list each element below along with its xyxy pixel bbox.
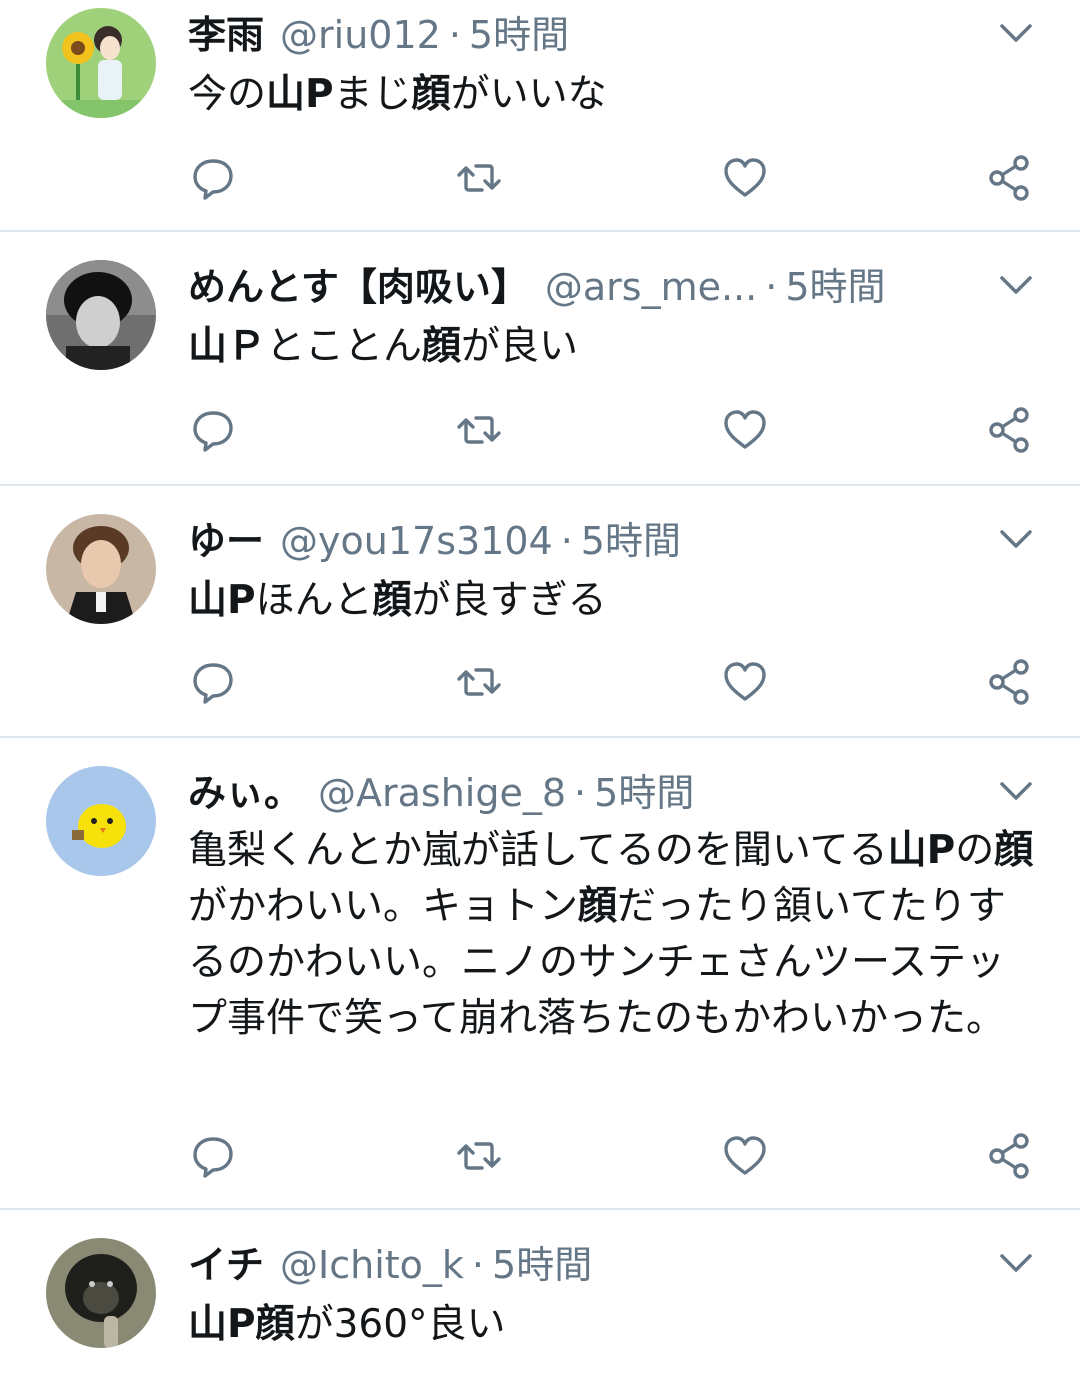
tweet-text: 山Ｐとことん顔が良い <box>188 320 1038 374</box>
user-avatar[interactable] <box>46 260 156 370</box>
tweet-text-segment: ほんと <box>255 578 373 623</box>
tweet[interactable]: みぃ。 @Arashige_8 · 5時間 亀梨くんとか嵐が話してるのを聞いてる山Pの… <box>0 738 1080 1208</box>
timestamp[interactable]: 5時間 <box>785 265 885 309</box>
chevron-down-icon[interactable] <box>996 1248 1036 1278</box>
display-name[interactable]: ゆー <box>188 519 264 563</box>
display-name[interactable]: 李雨 <box>188 13 264 57</box>
share-icon[interactable] <box>984 153 1034 203</box>
tweet-text-bold: 山P <box>266 72 334 117</box>
tweet-header: イチ @Ichito_k · 5時間 <box>188 1240 592 1290</box>
separator-dot: · <box>574 771 587 815</box>
tweet-text: 山Pほんと顔が良すぎる <box>188 574 1038 628</box>
reply-icon[interactable] <box>188 153 238 203</box>
user-handle[interactable]: @Ichito_k <box>280 1243 464 1287</box>
tweet-text-segment: が良すぎる <box>411 578 607 623</box>
tweet-actions <box>0 1131 1080 1181</box>
tweet-text: 亀梨くんとか嵐が話してるのを聞いてる山Pの顔がかわいい。キョトン顔だったり頷いて… <box>188 823 1038 1047</box>
share-icon[interactable] <box>984 1131 1034 1181</box>
tweet[interactable]: ゆー @you17s3104 · 5時間 山Pほんと顔が良すぎる <box>0 486 1080 736</box>
user-avatar[interactable] <box>46 1238 156 1348</box>
tweet-header: ゆー @you17s3104 · 5時間 <box>188 516 681 566</box>
share-icon[interactable] <box>984 657 1034 707</box>
separator-dot: · <box>765 265 778 309</box>
chevron-down-icon[interactable] <box>996 270 1036 300</box>
tweet-header: めんとす【肉吸い】 @ars_me... · 5時間 <box>188 262 886 312</box>
tweet-text-segment: 今の <box>188 72 267 117</box>
tweet-text-segment: が良い <box>461 324 579 369</box>
tweet-text-bold: 顔 <box>372 578 412 623</box>
timestamp[interactable]: 5時間 <box>581 519 681 563</box>
user-handle[interactable]: @ars_me... <box>545 265 757 309</box>
display-name[interactable]: みぃ。 <box>188 771 302 815</box>
tweet[interactable]: イチ @Ichito_k · 5時間 山P顔が360°良い <box>0 1210 1080 1377</box>
user-avatar[interactable] <box>46 766 156 876</box>
like-icon[interactable] <box>720 405 770 455</box>
tweet-text-segment: の <box>955 828 995 873</box>
tweet-text: 今の山Pまじ顔がいいな <box>188 68 1038 122</box>
tweet-text-segment: 亀梨くんとか嵐が話してるのを聞いてる <box>188 828 888 873</box>
tweet-text-bold: 顔 <box>411 72 451 117</box>
tweet-text-bold: 山P <box>188 578 256 623</box>
display-name[interactable]: めんとす【肉吸い】 <box>188 265 529 309</box>
tweet-text-segment: がいいな <box>450 72 607 117</box>
timestamp[interactable]: 5時間 <box>469 13 569 57</box>
timestamp[interactable]: 5時間 <box>492 1243 592 1287</box>
retweet-icon[interactable] <box>454 1131 504 1181</box>
user-avatar[interactable] <box>46 8 156 118</box>
tweet-text-bold: 山P <box>887 828 956 873</box>
separator-dot: · <box>448 13 461 57</box>
retweet-icon[interactable] <box>454 657 504 707</box>
tweet-header: みぃ。 @Arashige_8 · 5時間 <box>188 768 694 818</box>
reply-icon[interactable] <box>188 657 238 707</box>
tweet-text-bold: 顔 <box>578 884 618 929</box>
user-avatar[interactable] <box>46 514 156 624</box>
tweet-actions <box>0 657 1080 707</box>
tweet-actions <box>0 405 1080 455</box>
reply-icon[interactable] <box>188 405 238 455</box>
avatar-man-suit-icon <box>46 514 156 624</box>
display-name[interactable]: イチ <box>188 1243 264 1287</box>
avatar-yellow-chick-icon <box>46 766 156 876</box>
tweet-text-segment: が360°良い <box>294 1302 506 1347</box>
user-handle[interactable]: @you17s3104 <box>280 519 553 563</box>
tweet-feed: 李雨 @riu012 · 5時間 今の山Pまじ顔がいいな めんとす【肉吸い】 @ars_… <box>0 0 1080 1377</box>
tweet-text-segment: まじ <box>333 72 412 117</box>
tweet[interactable]: 李雨 @riu012 · 5時間 今の山Pまじ顔がいいな <box>0 0 1080 230</box>
like-icon[interactable] <box>720 1131 770 1181</box>
avatar-dark-portrait-icon <box>46 260 156 370</box>
tweet-text-segment: とことん <box>266 324 423 369</box>
tweet-text-segment: がかわいい。キョトン <box>188 884 579 929</box>
chevron-down-icon[interactable] <box>996 776 1036 806</box>
chevron-down-icon[interactable] <box>996 18 1036 48</box>
tweet-text-bold: 山Ｐ <box>188 324 267 369</box>
avatar-gorilla-icon <box>46 1238 156 1348</box>
user-handle[interactable]: @riu012 <box>280 13 441 57</box>
separator-dot: · <box>560 519 573 563</box>
like-icon[interactable] <box>720 153 770 203</box>
tweet-text: 山P顔が360°良い <box>188 1298 1038 1352</box>
like-icon[interactable] <box>720 657 770 707</box>
tweet-text-bold: 山P顔 <box>188 1302 295 1347</box>
timestamp[interactable]: 5時間 <box>594 771 694 815</box>
tweet-actions <box>0 153 1080 203</box>
share-icon[interactable] <box>984 405 1034 455</box>
retweet-icon[interactable] <box>454 153 504 203</box>
retweet-icon[interactable] <box>454 405 504 455</box>
avatar-sunflower-girl-icon <box>46 8 156 118</box>
tweet-text-bold: 顔 <box>422 324 462 369</box>
reply-icon[interactable] <box>188 1131 238 1181</box>
separator-dot: · <box>471 1243 485 1287</box>
user-handle[interactable]: @Arashige_8 <box>318 771 566 815</box>
tweet-header: 李雨 @riu012 · 5時間 <box>188 10 569 60</box>
tweet-text-bold: 顔 <box>994 828 1034 873</box>
chevron-down-icon[interactable] <box>996 524 1036 554</box>
tweet[interactable]: めんとす【肉吸い】 @ars_me... · 5時間 山Ｐとことん顔が良い <box>0 232 1080 484</box>
